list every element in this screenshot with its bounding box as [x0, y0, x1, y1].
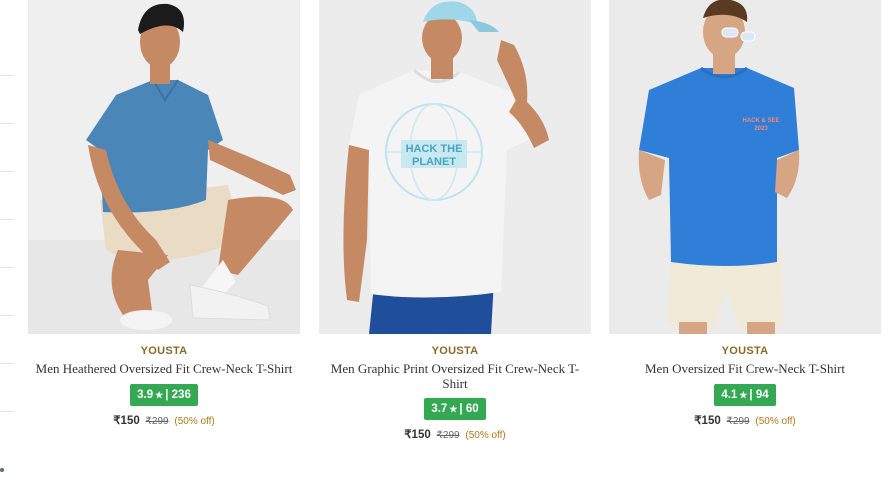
rating-badge[interactable]: 3.7 ★ | 60	[424, 398, 486, 420]
product-card[interactable]: HACK & SEE 2023 YOUSTA Men Oversized Fit…	[609, 0, 881, 427]
rating-value: 4.1	[721, 388, 738, 401]
star-icon: ★	[449, 404, 458, 414]
product-name[interactable]: Men Oversized Fit Crew-Neck T-Shirt	[609, 361, 881, 377]
price-row: ₹150 ₹299 (50% off)	[319, 427, 591, 441]
sidebar-divider	[0, 219, 14, 220]
rating-badge[interactable]: 4.1 ★ | 94	[714, 383, 776, 406]
sidebar-divider	[0, 315, 14, 316]
scroll-indicator	[0, 468, 4, 472]
rating-value: 3.7	[431, 403, 448, 415]
review-count: 60	[465, 403, 479, 415]
model-photo: HACK THE PLANET	[319, 0, 591, 334]
rating-value: 3.9	[137, 388, 154, 401]
product-brand: YOUSTA	[431, 345, 479, 357]
sidebar-divider	[0, 171, 14, 172]
rating-separator: |	[459, 403, 463, 415]
rating-separator: |	[165, 388, 169, 401]
original-price: ₹299	[436, 430, 460, 441]
product-name[interactable]: Men Graphic Print Oversized Fit Crew-Nec…	[319, 361, 591, 391]
discount-label: (50% off)	[755, 415, 796, 427]
sidebar-divider	[0, 75, 14, 76]
product-image[interactable]: HACK & SEE 2023	[609, 0, 881, 334]
filter-sidebar-edge	[0, 0, 14, 485]
product-image[interactable]	[28, 0, 300, 334]
product-brand: YOUSTA	[140, 345, 188, 357]
discount-label: (50% off)	[465, 430, 506, 441]
review-count: 236	[171, 388, 191, 401]
sidebar-divider	[0, 267, 14, 268]
model-photo	[28, 0, 300, 334]
sidebar-divider	[0, 411, 14, 412]
star-icon: ★	[155, 389, 164, 400]
discount-label: (50% off)	[174, 415, 215, 427]
sidebar-divider	[0, 123, 14, 124]
product-brand: YOUSTA	[721, 345, 769, 357]
star-icon: ★	[739, 389, 748, 400]
print-text: 2023	[754, 126, 768, 132]
product-card[interactable]: HACK THE PLANET YOUSTA Men Graphic Print…	[319, 0, 591, 441]
price-row: ₹150 ₹299 (50% off)	[609, 413, 881, 427]
current-price: ₹150	[113, 414, 140, 427]
model-photo: HACK & SEE 2023	[609, 0, 881, 334]
review-count: 94	[755, 388, 769, 401]
sidebar-divider	[0, 363, 14, 364]
rating-badge[interactable]: 3.9 ★ | 236	[130, 383, 198, 406]
product-image[interactable]: HACK THE PLANET	[319, 0, 591, 334]
print-text: PLANET	[412, 156, 456, 168]
current-price: ₹150	[404, 429, 431, 441]
rating-separator: |	[749, 388, 753, 401]
price-row: ₹150 ₹299 (50% off)	[28, 413, 300, 427]
print-text: HACK & SEE	[742, 118, 779, 124]
current-price: ₹150	[694, 414, 721, 427]
print-text: HACK THE	[406, 143, 463, 155]
original-price: ₹299	[726, 415, 750, 427]
product-card[interactable]: YOUSTA Men Heathered Oversized Fit Crew-…	[28, 0, 300, 427]
original-price: ₹299	[145, 415, 169, 427]
product-name[interactable]: Men Heathered Oversized Fit Crew-Neck T-…	[28, 361, 300, 377]
